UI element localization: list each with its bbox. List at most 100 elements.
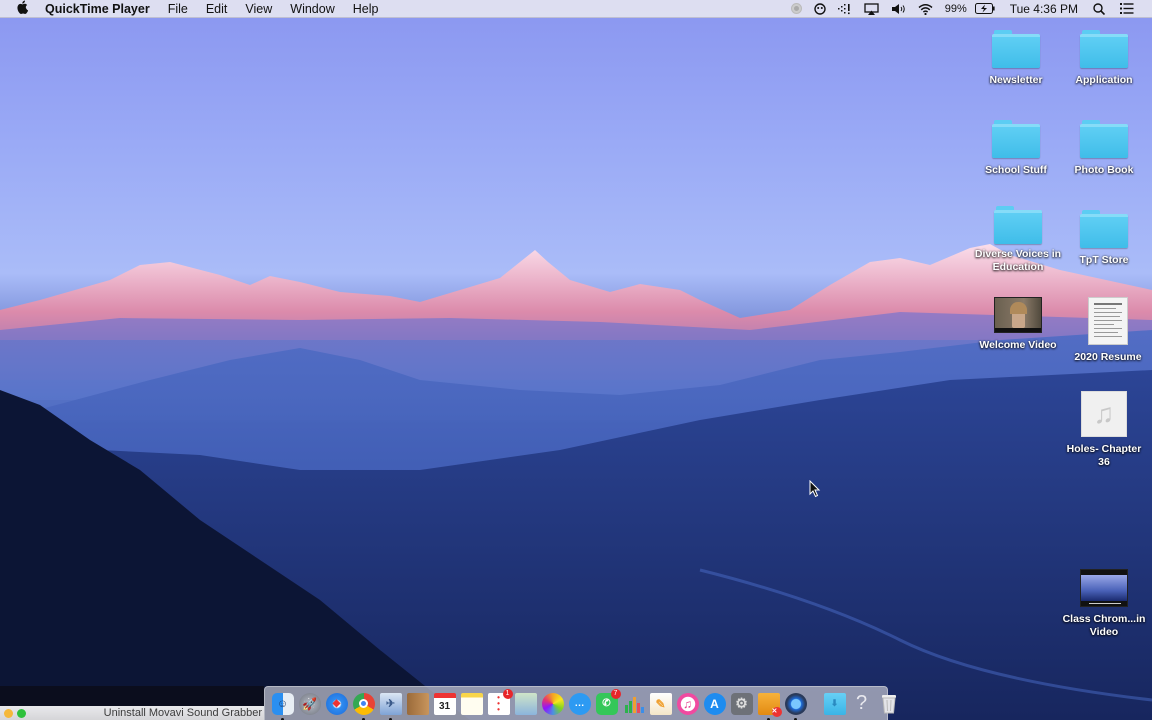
numbers-icon [623,693,645,715]
desktop-icon-newsletter[interactable]: Newsletter [972,30,1060,87]
clock[interactable]: Tue 4:36 PM [1001,0,1087,18]
pages-icon: ✎ [649,692,672,715]
folder-icon [992,120,1040,158]
safari-icon: ◆ [325,692,348,715]
desktop-icon-tpt-store[interactable]: TpT Store [1060,210,1148,267]
dock-item-messages[interactable]: … [567,691,593,717]
messages-icon: … [568,692,591,715]
dock-item-numbers[interactable] [621,691,647,717]
launchpad-icon: 🚀 [298,692,321,715]
dock-item-app-store[interactable]: A [702,691,728,717]
desktop-icon-label: Holes- Chapter 36 [1066,443,1142,468]
dock-item-preview[interactable]: ✈ [378,691,404,720]
folder-icon [994,206,1042,244]
search-icon[interactable] [1087,0,1111,18]
help-icon: ? [855,692,868,714]
wifi-icon[interactable] [912,0,939,18]
dock: ☺ 🚀 ◆ ✈ 31 • • • 1 … ✆ 7 ✎ ♫ A ⚙ ✕ ⬇ ? [264,686,896,720]
chrome-icon [352,692,375,715]
face-status-icon[interactable] [808,0,832,18]
menu-bar: QuickTime Player File Edit View Window H… [0,0,1152,18]
desktop-icon-welcome-video[interactable]: Welcome Video [974,297,1062,352]
desktop-icon-label: TpT Store [1079,254,1129,266]
image-capture-icon [514,692,537,715]
menu-file[interactable]: File [159,0,197,18]
apple-logo-icon[interactable] [0,0,36,18]
dock-item-trash[interactable] [876,691,902,717]
dock-item-system-preferences[interactable]: ⚙ [729,691,755,717]
desktop-icon-label: 2020 Resume [1074,351,1142,363]
notification-badge: 1 [502,688,513,699]
airplay-icon[interactable] [858,0,885,18]
dock-item-launchpad[interactable]: 🚀 [297,691,323,717]
photos-icon [541,692,564,715]
finder-icon: ☺ [271,692,294,715]
desktop-wallpaper [0,0,1152,720]
dock-item-chrome[interactable] [351,691,377,720]
minimize-button[interactable] [4,708,13,718]
desktop-icon-label: Newsletter [989,74,1043,86]
notes-icon [460,692,483,715]
preview-icon: ✈ [379,692,402,715]
menu-view[interactable]: View [236,0,281,18]
quicktime-icon [784,692,807,715]
menu-help[interactable]: Help [344,0,388,18]
desktop-icon-label: Photo Book [1074,164,1134,176]
folder-icon [992,30,1040,68]
menu-window[interactable]: Window [281,0,343,18]
uninstaller-icon: ✕ [757,692,782,717]
desktop-icon-2020-resume[interactable]: 2020 Resume [1064,297,1152,364]
desktop-icon-photo-book[interactable]: Photo Book [1060,120,1148,177]
dock-item-image-capture[interactable] [513,691,539,717]
dock-item-downloads[interactable]: ⬇ [822,691,848,717]
mouse-cursor-icon [809,480,821,498]
zoom-button[interactable] [17,708,26,718]
window-content-area [0,686,264,706]
menu-edit[interactable]: Edit [197,0,237,18]
contacts-icon [406,692,429,715]
dock-item-finder[interactable]: ☺ [270,691,296,720]
record-indicator-icon[interactable] [785,0,808,18]
notification-center-icon[interactable] [1111,0,1140,18]
dock-item-pages[interactable]: ✎ [648,691,674,717]
window-title: Uninstall Movavi Sound Grabber [103,707,262,719]
desktop-icon-label: Application [1075,74,1133,86]
video-thumbnail-icon [994,297,1042,333]
downloads-folder-icon: ⬇ [823,692,846,715]
document-icon [1088,297,1128,345]
bluetooth-signal-icon[interactable] [832,0,858,18]
menu-app-name[interactable]: QuickTime Player [36,0,159,18]
dock-item-quicktime[interactable] [783,691,809,720]
dock-item-uninstaller[interactable]: ✕ [756,691,782,720]
dock-item-facetime[interactable]: ✆ 7 [594,688,621,717]
desktop-icon-diverse-voices[interactable]: Diverse Voices in Education [974,206,1062,273]
dock-item-photos[interactable] [540,691,566,717]
desktop-icon-label: Class Chrom...in Video [1062,613,1146,638]
system-preferences-icon: ⚙ [730,692,753,715]
calendar-icon: 31 [433,692,456,715]
dock-item-notes[interactable] [459,691,485,717]
uninstaller-window-titlebar[interactable]: Uninstall Movavi Sound Grabber [0,706,264,720]
desktop-icon-holes-chapter-36[interactable]: ♫ Holes- Chapter 36 [1060,391,1148,468]
dock-item-safari[interactable]: ◆ [324,691,350,717]
dock-item-calendar[interactable]: 31 [432,691,458,717]
desktop-icon-label: Welcome Video [979,339,1057,351]
itunes-icon: ♫ [676,692,699,715]
video-thumbnail-icon [1080,569,1128,607]
notification-badge: 7 [610,688,621,699]
desktop-icon-label: Diverse Voices in Education [974,248,1062,273]
dock-item-help[interactable]: ? [849,691,875,717]
battery-charging-icon[interactable] [969,0,1001,18]
desktop-icon-label: School Stuff [985,164,1047,176]
volume-icon[interactable] [885,0,912,18]
folder-icon [1080,210,1128,248]
desktop-icon-application[interactable]: Application [1060,30,1148,87]
music-note-icon: ♫ [1081,391,1127,437]
dock-item-itunes[interactable]: ♫ [675,691,701,717]
dock-item-reminders[interactable]: • • • 1 [486,688,513,717]
desktop-icon-class-video[interactable]: Class Chrom...in Video [1060,569,1148,638]
battery-percent[interactable]: 99% [939,0,969,18]
trash-icon [878,693,900,715]
desktop-icon-school-stuff[interactable]: School Stuff [972,120,1060,177]
dock-item-contacts[interactable] [405,691,431,717]
